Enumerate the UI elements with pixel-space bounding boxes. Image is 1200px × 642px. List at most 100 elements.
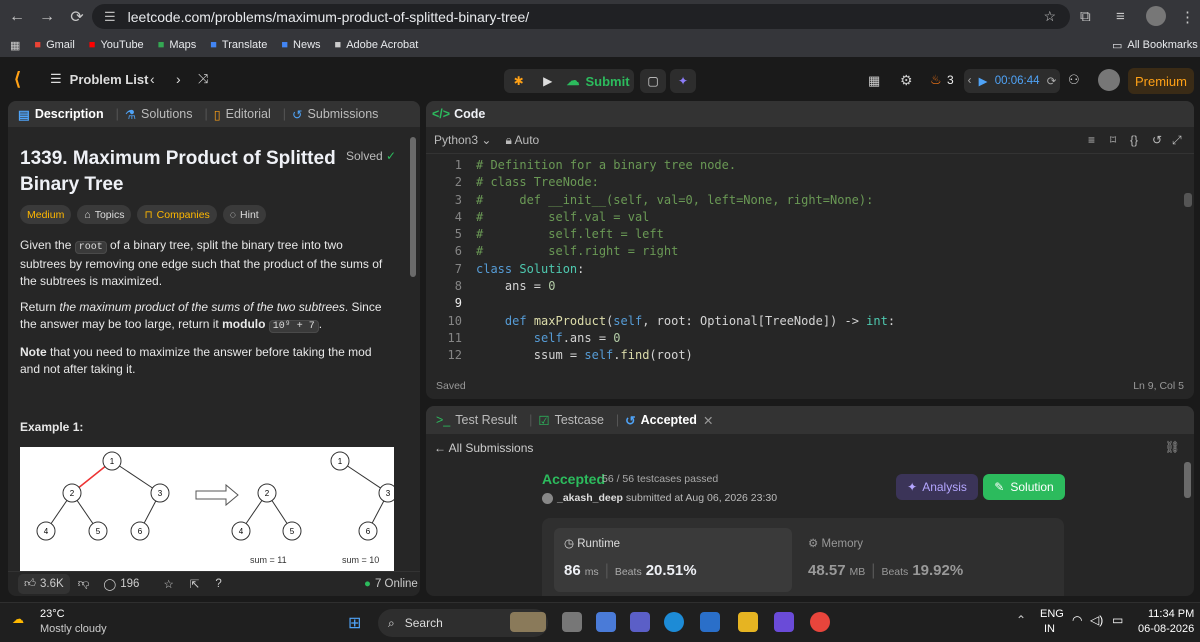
timer-play-icon[interactable]: ▶	[979, 74, 988, 88]
reload-icon[interactable]: ⟳	[64, 4, 90, 30]
tab-submissions[interactable]: ↺ Submissions	[292, 107, 378, 122]
prev-problem-icon[interactable]: ‹	[150, 71, 155, 87]
ai-sparkle-icon[interactable]: ✦	[670, 69, 696, 93]
tab-accepted[interactable]: ↺ Accepted ✕	[625, 413, 713, 428]
tab-testcase[interactable]: ☑ Testcase	[538, 413, 604, 428]
code-line[interactable]: 12 ssum = self. find (root)	[426, 347, 1186, 364]
help-icon[interactable]: ?	[215, 578, 221, 590]
code-line[interactable]: 11 self .ans = 0	[426, 330, 1186, 347]
outlook-icon[interactable]	[700, 612, 720, 632]
hint-chip[interactable]: ◌ Hint	[222, 205, 266, 224]
timer-reset-icon[interactable]: ⟳	[1047, 74, 1057, 88]
settings-gear-icon[interactable]: ⚙	[900, 72, 913, 89]
code-line[interactable]: 3 # def __init__(self, val=0, left=None, …	[426, 192, 1186, 209]
submit-button[interactable]: ☁ Submit	[562, 69, 634, 93]
timer[interactable]: ‹ ▶ 00:06:44 ⟳	[964, 69, 1060, 93]
code-line[interactable]: 2 # class TreeNode:	[426, 174, 1186, 191]
bookmark-item[interactable]: ■ Gmail	[34, 39, 74, 51]
apps-icon[interactable]: ▦	[10, 39, 20, 52]
code-line[interactable]: 9	[426, 295, 1186, 312]
photos-icon[interactable]	[774, 612, 794, 632]
premium-button[interactable]: Premium	[1128, 68, 1194, 94]
volume-icon[interactable]: ◁)	[1090, 613, 1103, 627]
tab-editorial[interactable]: ▯ Editorial	[214, 107, 271, 122]
leetcode-logo-icon[interactable]: ⟨	[14, 69, 21, 90]
tab-test-result[interactable]: >_ Test Result	[436, 413, 517, 427]
code-editor[interactable]: 1 # Definition for a binary tree node. 2 # …	[426, 157, 1186, 367]
code-scrollbar[interactable]	[1184, 193, 1192, 207]
companies-chip[interactable]: ⊓ Companies	[137, 205, 217, 224]
bookmark-item[interactable]: ■ Adobe Acrobat	[335, 39, 419, 51]
analysis-button[interactable]: ✦ Analysis	[896, 474, 978, 500]
share-icon[interactable]: ⇱	[190, 577, 200, 591]
code-line[interactable]: 8 ans = 0	[426, 278, 1186, 295]
add-user-icon[interactable]: ⚇	[1068, 72, 1080, 88]
code-line[interactable]: 10 def maxProduct(self, root: Optional[T…	[426, 313, 1186, 330]
chrome-icon[interactable]	[810, 612, 830, 632]
description-scrollbar[interactable]	[410, 131, 416, 579]
runtime-card[interactable]: ◷ Runtime 86 ms | Beats 20.51%	[554, 528, 792, 592]
battery-icon[interactable]: ▭	[1112, 613, 1123, 627]
tab-description[interactable]: ▤ Description	[18, 107, 104, 122]
bookmark-item[interactable]: ■ Translate	[210, 39, 267, 51]
all-submissions-link[interactable]: ← All Submissions	[434, 441, 533, 455]
code-line[interactable]: 5 # self.left = left	[426, 226, 1186, 243]
file-explorer-icon[interactable]	[738, 612, 758, 632]
user-avatar[interactable]	[1098, 69, 1120, 91]
streak-fire-icon[interactable]: ♨	[930, 72, 942, 88]
comments-button[interactable]: ◯ 196	[103, 577, 139, 591]
temperature[interactable]: 23°C	[40, 608, 65, 620]
forward-icon[interactable]: →	[34, 4, 60, 30]
debug-icon[interactable]: ✱	[514, 74, 524, 88]
bookmark-item[interactable]: ■ YouTube	[89, 39, 144, 51]
copilot-icon[interactable]	[596, 612, 616, 632]
bookmark-item[interactable]: ■ News	[281, 39, 320, 51]
weather-text[interactable]: Mostly cloudy	[40, 623, 107, 635]
wifi-icon[interactable]: ◠	[1072, 613, 1082, 627]
result-scrollbar[interactable]	[1184, 462, 1191, 498]
tray-chevron-icon[interactable]: ⌃	[1016, 613, 1026, 627]
menu-icon[interactable]: ⋮	[1180, 4, 1195, 29]
code-line[interactable]: 4 # self.val = val	[426, 209, 1186, 226]
site-info-icon[interactable]: ☰	[104, 9, 116, 25]
tab-solutions[interactable]: ⚗ Solutions	[125, 107, 193, 122]
bookmark-star-icon[interactable]: ☆	[1043, 8, 1056, 25]
shuffle-icon[interactable]: ⤨	[198, 71, 208, 87]
input-region[interactable]: IN	[1044, 623, 1055, 635]
windows-start-icon[interactable]: ⊞	[348, 613, 361, 633]
address-bar[interactable]: ☰ leetcode.com/problems/maximum-product-…	[92, 4, 1070, 29]
run-button[interactable]: ▶	[543, 74, 552, 88]
topics-chip[interactable]: ⌂ Topics	[77, 205, 132, 224]
solution-button[interactable]: ✎ Solution	[983, 474, 1065, 500]
fullscreen-icon[interactable]: ⤢	[1172, 133, 1182, 148]
all-bookmarks[interactable]: ▭ All Bookmarks	[1112, 39, 1198, 52]
clock-date[interactable]: 06-08-2026	[1138, 623, 1194, 635]
input-language[interactable]: ENG	[1040, 608, 1064, 620]
code-line[interactable]: 1 # Definition for a binary tree node.	[426, 157, 1186, 174]
bookmark-item[interactable]: ■ Maps	[158, 39, 197, 51]
favorite-star-icon[interactable]: ☆	[163, 577, 173, 591]
timer-collapse-icon[interactable]: ‹	[968, 75, 972, 87]
braces-icon[interactable]: {}	[1130, 133, 1138, 147]
teams-icon[interactable]	[630, 612, 650, 632]
format-icon[interactable]: ≡	[1088, 133, 1095, 147]
widget-image-icon[interactable]	[510, 612, 546, 632]
like-button[interactable]: 👍︎ 3.6K	[18, 574, 70, 594]
problem-list-button[interactable]: ☰ Problem List	[50, 71, 148, 87]
extensions-icon[interactable]: ⧉	[1080, 4, 1091, 29]
clock-time[interactable]: 11:34 PM	[1148, 608, 1194, 620]
memory-label[interactable]: ⚙ Memory	[808, 536, 863, 550]
close-icon[interactable]: ✕	[703, 413, 713, 428]
reading-list-icon[interactable]: ≡	[1116, 4, 1125, 29]
dislike-button[interactable]: 👎︎	[78, 577, 90, 591]
edge-icon[interactable]	[664, 612, 684, 632]
notes-icon[interactable]: ▢	[640, 69, 666, 93]
code-line[interactable]: 7 class Solution:	[426, 261, 1186, 278]
link-icon[interactable]: ⛓	[1165, 440, 1180, 454]
taskview-icon[interactable]	[562, 612, 582, 632]
reset-code-icon[interactable]: ↺	[1152, 133, 1162, 147]
back-icon[interactable]: ←	[4, 4, 30, 30]
mode-toggle[interactable]: 🔒︎ Auto	[505, 133, 539, 148]
code-line[interactable]: 6 # self.right = right	[426, 243, 1186, 260]
layout-icon[interactable]: ▦	[868, 73, 880, 89]
